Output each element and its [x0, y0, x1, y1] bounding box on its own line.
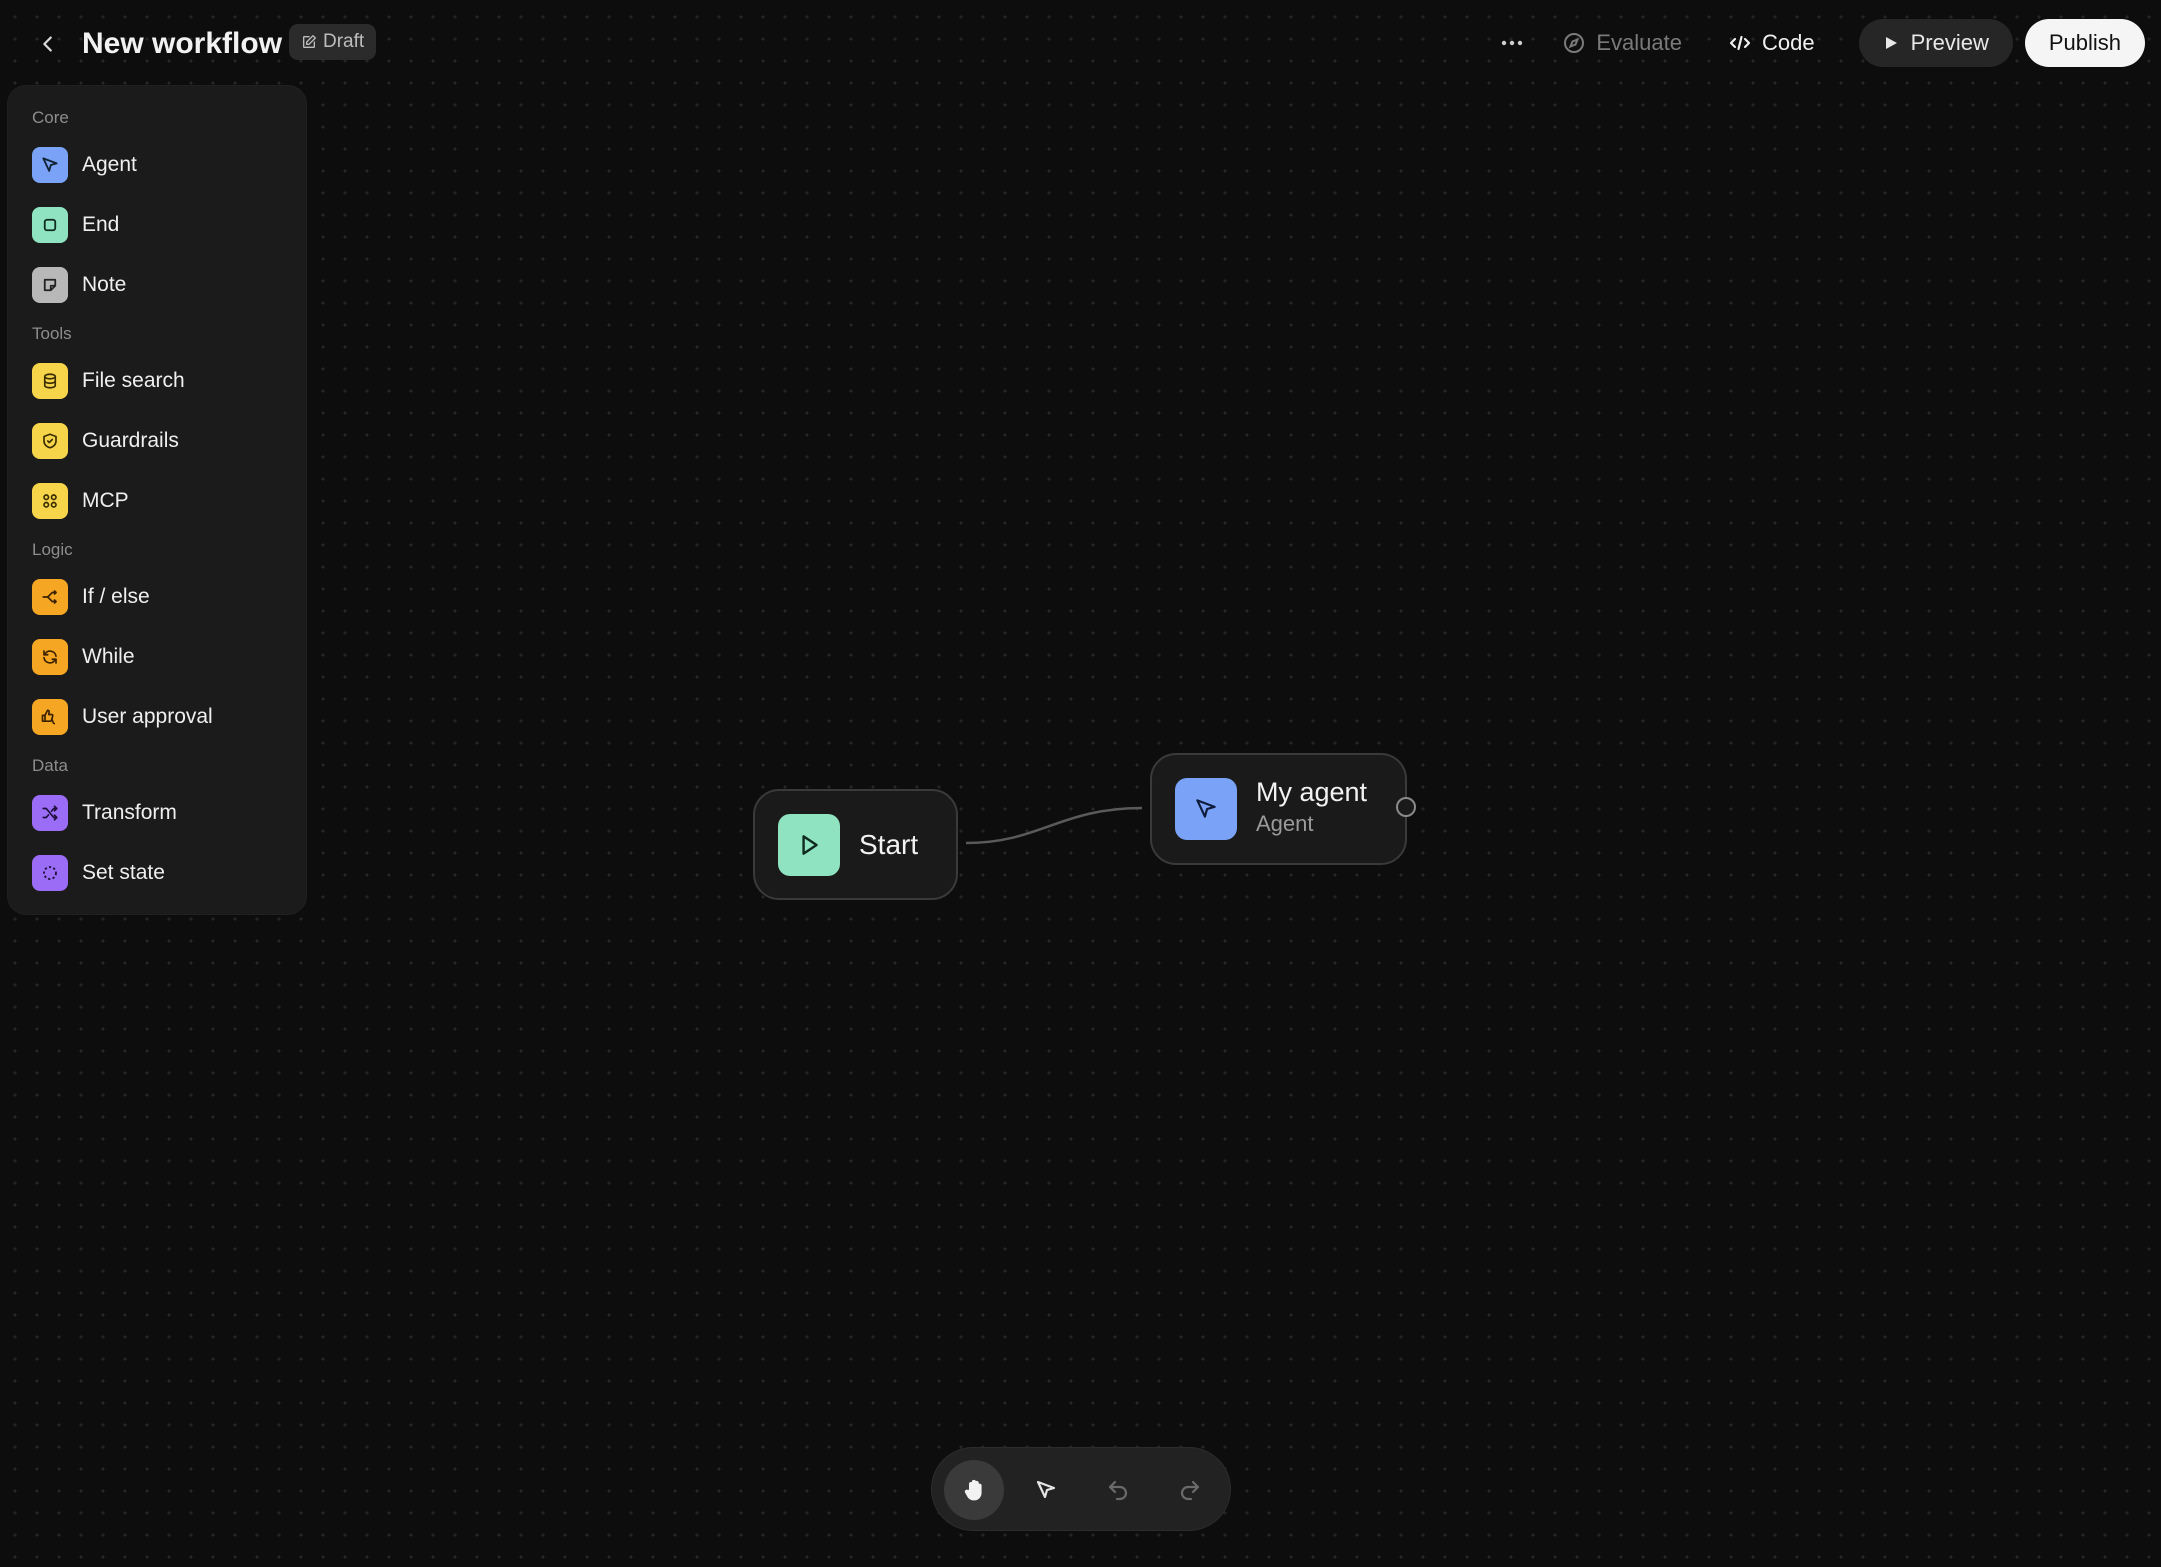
palette-item-label: Set state: [82, 861, 165, 884]
undo-button[interactable]: [1088, 1460, 1148, 1520]
palette-item-label: MCP: [82, 489, 129, 512]
code-label: Code: [1762, 30, 1815, 55]
edit-icon: [303, 35, 316, 48]
compass-icon: [1564, 33, 1585, 53]
palette-item-label: File search: [82, 369, 185, 392]
palette-item-set-state[interactable]: Set state: [32, 853, 292, 893]
palette-item-transform[interactable]: Transform: [32, 793, 292, 833]
agent-icon: [32, 147, 68, 183]
palette-item-label: Note: [82, 273, 127, 296]
thumbs-icon: [32, 699, 68, 735]
palette-item-label: Agent: [82, 153, 137, 176]
section-label-core: Core: [32, 108, 69, 127]
node-palette: Core Agent End Note Tools File search Gu…: [8, 86, 306, 914]
palette-item-file-search[interactable]: File search: [32, 361, 292, 401]
palette-item-label: Guardrails: [82, 429, 179, 452]
palette-item-note[interactable]: Note: [32, 265, 292, 305]
hand-icon: [964, 1479, 982, 1501]
palette-item-agent[interactable]: Agent: [32, 145, 292, 185]
play-icon: [1885, 37, 1897, 49]
back-button[interactable]: [28, 24, 68, 64]
evaluate-button[interactable]: Evaluate: [1562, 30, 1682, 56]
agent-node[interactable]: My agent Agent: [1150, 753, 1407, 865]
workflow-canvas[interactable]: [0, 0, 2161, 1567]
agent-output-handle[interactable]: [1396, 797, 1416, 817]
palette-item-while[interactable]: While: [32, 637, 292, 677]
section-label-logic: Logic: [32, 540, 73, 559]
branch-icon: [32, 579, 68, 615]
evaluate-label: Evaluate: [1596, 30, 1682, 55]
pointer-icon: [1036, 1480, 1056, 1499]
palette-item-if-else[interactable]: If / else: [32, 577, 292, 617]
code-button[interactable]: Code: [1728, 30, 1815, 56]
play-icon: [778, 814, 840, 876]
section-label-tools: Tools: [32, 324, 72, 343]
palette-item-label: If / else: [82, 585, 150, 608]
database-icon: [32, 363, 68, 399]
shield-check-icon: [32, 423, 68, 459]
agent-node-subtitle: Agent: [1256, 811, 1314, 836]
top-actions: Evaluate Code Preview Publish: [1488, 19, 2145, 67]
start-node-title: Start: [859, 829, 919, 860]
command-icon: [32, 483, 68, 519]
preview-label: Preview: [1910, 30, 1989, 55]
redo-button[interactable]: [1160, 1460, 1220, 1520]
agent-icon: [1175, 778, 1237, 840]
code-icon: [1729, 35, 1751, 51]
start-node[interactable]: Start: [753, 789, 958, 900]
stop-square-icon: [32, 207, 68, 243]
palette-item-label: Transform: [82, 801, 177, 824]
publish-button[interactable]: Publish: [2024, 19, 2145, 67]
palette-item-label: User approval: [82, 705, 213, 728]
chevron-left-icon: [43, 36, 52, 52]
palette-item-label: While: [82, 645, 135, 668]
undo-icon: [1108, 1480, 1128, 1501]
palette-item-user-approval[interactable]: User approval: [32, 697, 292, 737]
agent-node-title: My agent: [1256, 777, 1368, 807]
palette-item-end[interactable]: End: [32, 205, 292, 245]
redo-icon: [1180, 1480, 1200, 1501]
more-options-button[interactable]: [1488, 19, 1536, 67]
shuffle-icon: [32, 795, 68, 831]
top-bar: New workflow Draft Evaluate Code Preview…: [0, 0, 2161, 88]
palette-item-guardrails[interactable]: Guardrails: [32, 421, 292, 461]
pan-tool-button[interactable]: [944, 1460, 1004, 1520]
section-label-data: Data: [32, 756, 68, 775]
canvas-toolbar: [931, 1447, 1231, 1531]
draft-badge: Draft: [289, 24, 377, 60]
workflow-title[interactable]: New workflow: [82, 22, 282, 66]
sticky-note-icon: [32, 267, 68, 303]
palette-item-mcp[interactable]: MCP: [32, 481, 292, 521]
draft-badge-label: Draft: [323, 31, 365, 52]
loop-icon: [32, 639, 68, 675]
preview-button[interactable]: Preview: [1858, 19, 2013, 67]
palette-item-label: End: [82, 213, 120, 236]
select-tool-button[interactable]: [1016, 1460, 1076, 1520]
dashed-circle-icon: [32, 855, 68, 891]
more-horizontal-icon: [1502, 40, 1523, 46]
